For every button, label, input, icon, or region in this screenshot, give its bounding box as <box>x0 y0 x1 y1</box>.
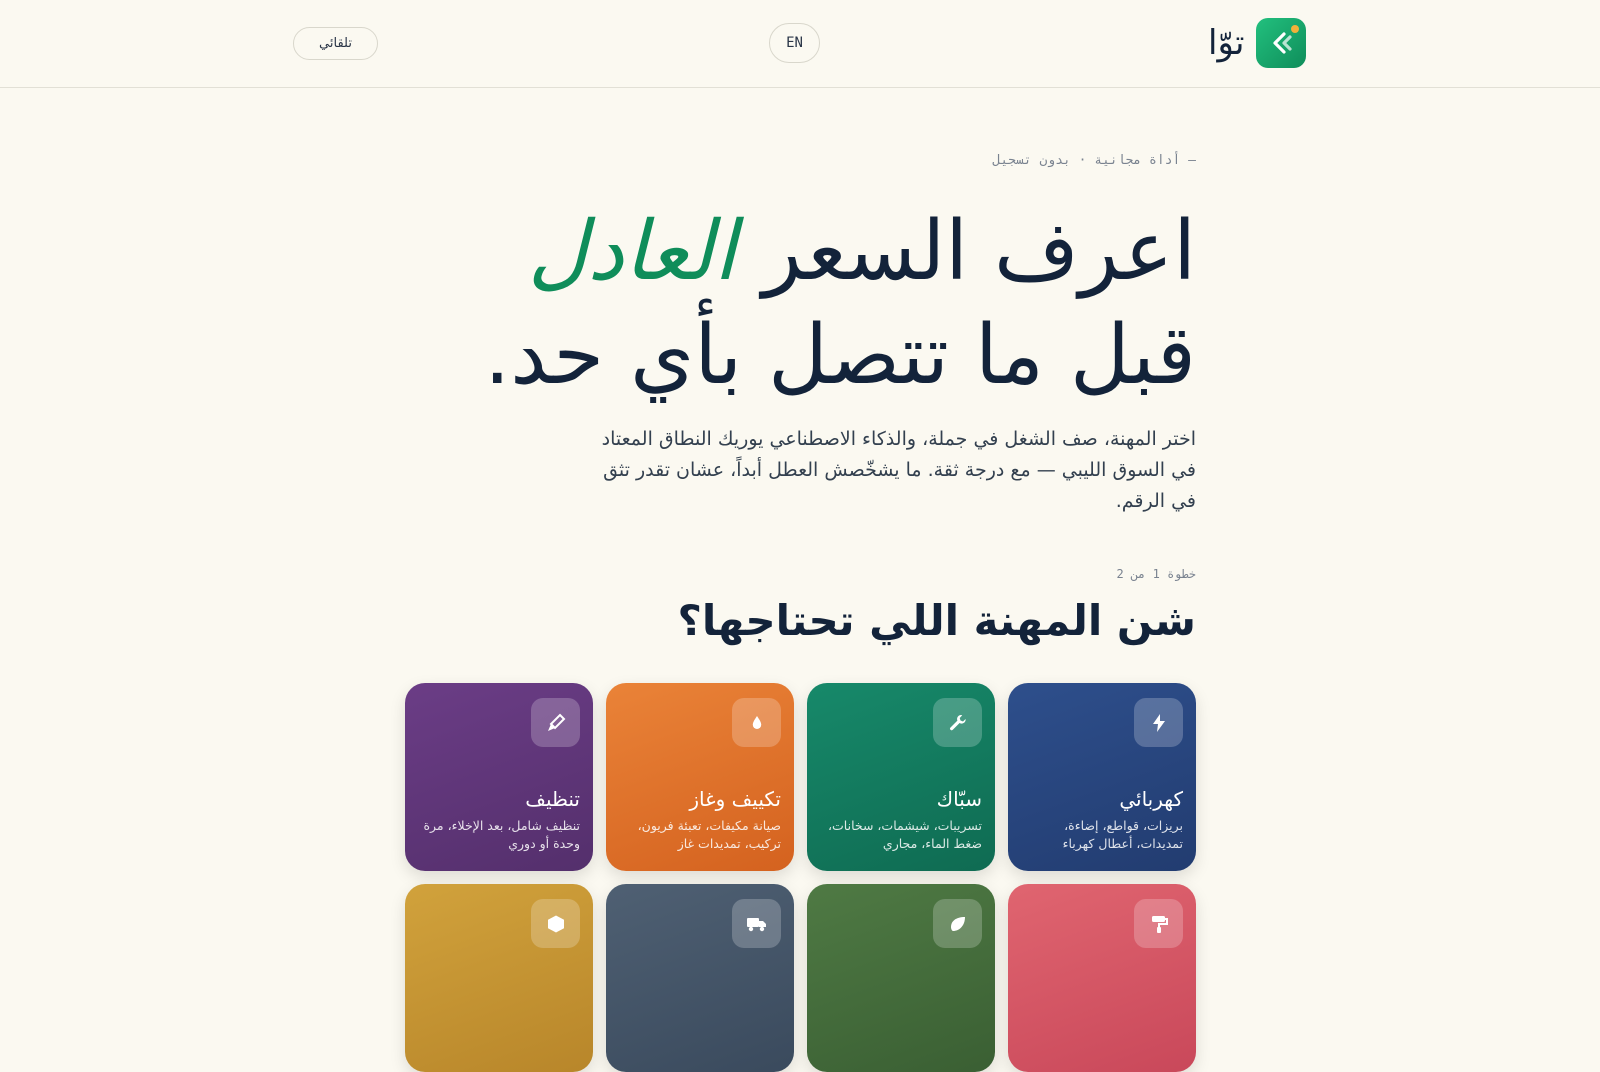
step-indicator: خطوة 1 من 2 <box>1116 567 1197 581</box>
brand[interactable]: توّا <box>1208 18 1307 68</box>
service-card-moving[interactable] <box>606 884 794 1072</box>
service-card-ac-gas[interactable]: تكييف وغاز صيانة مكيفات، تعبئة فريون، تر… <box>606 683 794 871</box>
service-card-description: صيانة مكيفات، تعبئة فريون، تركيب، تمديدا… <box>637 818 781 851</box>
service-card-title: تكييف وغاز <box>689 787 781 811</box>
service-card-description: بريزات، قواطع، إضاءة، تمديدات، أعطال كهر… <box>1062 818 1183 851</box>
service-card-title: سبّاك <box>936 787 982 811</box>
service-card-title: تنظيف <box>525 787 580 811</box>
service-grid: كهربائي بريزات، قواطع، إضاءة، تمديدات، أ… <box>404 683 1196 1072</box>
service-card-plumber[interactable]: سبّاك تسريبات، شيشمات، سخانات، ضغط الماء… <box>807 683 995 871</box>
service-card-description: تسريبات، شيشمات، سخانات، ضغط الماء، مجار… <box>827 818 982 851</box>
service-card-painting[interactable] <box>1008 884 1196 1072</box>
hero-description: اختر المهنة، صف الشغل في جملة، والذكاء ا… <box>601 428 1196 512</box>
service-card-title: كهربائي <box>1119 787 1183 811</box>
service-card-electrician[interactable]: كهربائي بريزات، قواطع، إضاءة، تمديدات، أ… <box>1008 683 1196 871</box>
bolt-icon <box>1134 698 1183 747</box>
drop-icon <box>732 698 781 747</box>
brand-name: توّا <box>1208 23 1245 63</box>
auto-mode-button[interactable]: تلقائي <box>293 27 378 60</box>
leaf-icon <box>933 899 982 948</box>
truck-icon <box>732 899 781 948</box>
trade-question: شن المهنة اللي تحتاجها؟ <box>677 596 1196 645</box>
hero-title-line2: قبل ما تتصل بأي حد. <box>484 308 1196 403</box>
logo-icon <box>1256 18 1307 68</box>
service-card-gardening[interactable] <box>807 884 995 1072</box>
top-header: توّا EN تلقائي <box>0 0 1600 88</box>
language-toggle-button[interactable]: EN <box>769 23 820 63</box>
broom-icon <box>531 698 580 747</box>
service-card-cleaning[interactable]: تنظيف تنظيف شامل، بعد الإخلاء، مرة وحدة … <box>405 683 593 871</box>
wrench-icon <box>933 698 982 747</box>
hero-title: اعرف السعر العادل قبل ما تتصل بأي حد. <box>436 200 1196 408</box>
main-content: — أداة مجانية · بدون تسجيل اعرف السعر ال… <box>0 88 1600 1072</box>
service-card-description: تنظيف شامل، بعد الإخلاء، مرة وحدة أو دور… <box>423 818 580 851</box>
hero-title-accent: العادل <box>527 204 737 299</box>
hero-title-part1: اعرف السعر <box>736 204 1196 299</box>
service-card-assembly[interactable] <box>405 884 593 1072</box>
paint-roller-icon <box>1134 899 1183 948</box>
box-icon <box>531 899 580 948</box>
hero-eyebrow: — أداة مجانية · بدون تسجيل <box>992 153 1197 168</box>
